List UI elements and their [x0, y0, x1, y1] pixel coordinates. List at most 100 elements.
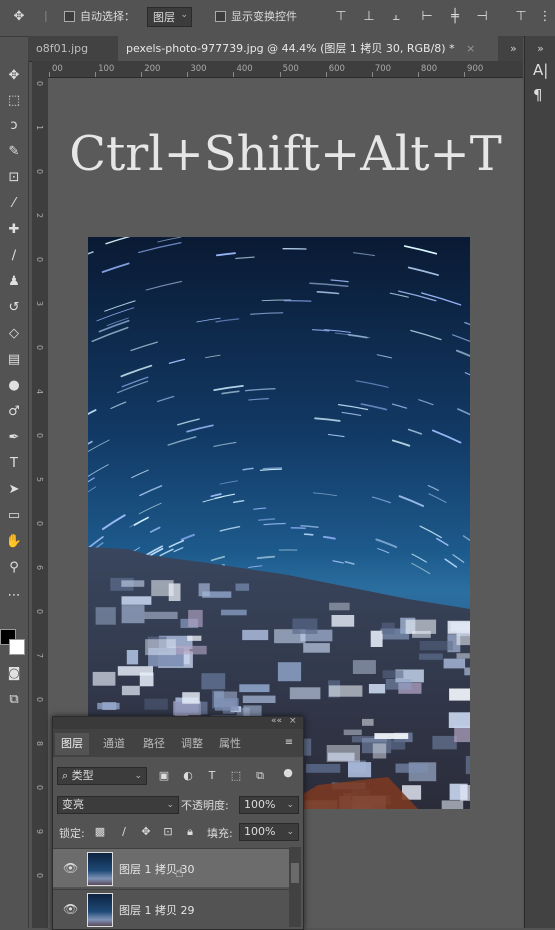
quick-mask-icon[interactable]: ◙ — [3, 663, 25, 685]
opacity-value: 100% — [244, 798, 276, 811]
align-horizontal-center-icon[interactable]: ╪ — [448, 10, 462, 24]
opacity-input[interactable]: 100% ⌄ — [239, 796, 299, 814]
panel-header[interactable]: «« × — [53, 716, 303, 729]
smart-object-filter-icon[interactable]: ⧉ — [253, 769, 267, 783]
lasso-tool-icon[interactable]: ↄ — [3, 115, 25, 137]
lock-position-icon[interactable]: ✥ — [139, 825, 153, 838]
ruler-tick — [417, 72, 419, 77]
healing-brush-tool-icon[interactable]: ✚ — [3, 219, 25, 241]
distribute-icon[interactable]: ⊤ — [514, 10, 528, 24]
ruler-tick-label: 5 — [35, 477, 44, 483]
ruler-tick-label: 7 — [35, 653, 44, 659]
align-vertical-center-icon[interactable]: ⊥ — [362, 10, 376, 24]
scrollbar-thumb[interactable] — [291, 863, 299, 883]
blend-mode-dropdown[interactable]: 变亮 ⌄ — [57, 796, 179, 814]
more-tools-icon[interactable]: ⋯ — [3, 585, 25, 607]
ruler-tick-label: 2 — [35, 213, 44, 219]
layer-row[interactable]: 👁︎ 图层 1 拷贝 29 — [53, 889, 289, 928]
tab-label: pexels-photo-977739.jpg @ 44.4% (图层 1 拷贝… — [126, 42, 455, 55]
collapse-panels-icon[interactable]: » — [525, 36, 555, 61]
close-icon[interactable]: × — [289, 716, 297, 726]
horizontal-ruler[interactable]: 00 100 200 300 400 500 600 700 800 900 — [48, 61, 523, 78]
tab-label: o8f01.jpg — [36, 42, 89, 55]
fill-input[interactable]: 100% ⌄ — [239, 823, 299, 841]
ruler-tick — [233, 72, 235, 77]
eye-icon[interactable]: 👁︎ — [63, 902, 78, 916]
auto-select-checkbox[interactable] — [64, 10, 75, 22]
background-color-swatch[interactable] — [9, 639, 25, 655]
history-brush-tool-icon[interactable]: ↺ — [3, 297, 25, 319]
lock-image-pixels-icon[interactable]: ∕ — [117, 825, 131, 838]
layers-panel: «« × 图层 通道 路径 调整 属性 ≡ ⌕ 类型 ⌄ ▣ ◐ T ⬚ ⧉ ●… — [52, 716, 304, 930]
eraser-tool-icon[interactable]: ◇ — [3, 323, 25, 345]
auto-select-target-value: 图层 — [153, 11, 175, 24]
dodge-tool-icon[interactable]: ♂ — [3, 401, 25, 423]
panel-menu-icon[interactable]: ≡ — [282, 737, 296, 748]
ruler-tick-label: 400 — [236, 64, 253, 74]
ruler-tick-label: 0 — [35, 345, 44, 351]
filter-toggle-icon[interactable]: ● — [281, 766, 295, 779]
auto-select-target-dropdown[interactable]: 图层 ⌄ — [147, 7, 192, 27]
close-icon[interactable]: × — [466, 42, 475, 55]
lock-transparent-pixels-icon[interactable]: ▩ — [93, 825, 107, 838]
ruler-tick-label: 500 — [282, 64, 299, 74]
move-tool-icon[interactable]: ✥ — [3, 65, 25, 87]
ruler-tick-label: 700 — [374, 64, 392, 74]
align-right-icon[interactable]: ⊣ — [475, 10, 489, 24]
lock-all-icon[interactable]: 🔒︎ — [183, 825, 197, 839]
character-panel-icon[interactable]: A| — [533, 61, 548, 79]
adjustment-layer-filter-icon[interactable]: ◐ — [181, 769, 195, 782]
pixel-layer-filter-icon[interactable]: ▣ — [157, 769, 171, 782]
pen-tool-icon[interactable]: ✒ — [3, 427, 25, 449]
distribute-center-icon[interactable]: ⋮ — [538, 10, 552, 24]
auto-select-checkbox-group[interactable]: 自动选择： — [64, 8, 135, 24]
chevron-down-icon: ⌄ — [134, 771, 142, 781]
lock-artboard-icon[interactable]: ⊡ — [161, 825, 175, 838]
brush-tool-icon[interactable]: ∕ — [3, 245, 25, 267]
zoom-tool-icon[interactable]: ⚲ — [3, 557, 25, 579]
path-selection-tool-icon[interactable]: ➤ — [3, 479, 25, 501]
chevron-down-icon: ⌄ — [286, 800, 294, 810]
tab-pexels-photo[interactable]: pexels-photo-977739.jpg @ 44.4% (图层 1 拷贝… — [118, 36, 498, 61]
align-bottom-icon[interactable]: ⫠ — [389, 10, 403, 24]
marquee-tool-icon[interactable]: ⬚ — [3, 90, 25, 112]
vertical-ruler[interactable]: 0 1 0 2 0 3 0 4 0 5 0 6 0 7 0 8 0 9 0 — [32, 77, 49, 928]
tab-channels[interactable]: 通道 — [97, 733, 131, 755]
clone-stamp-tool-icon[interactable]: ♟ — [3, 271, 25, 293]
ruler-tick-label: 3 — [35, 301, 44, 307]
tab-layers[interactable]: 图层 — [55, 733, 89, 755]
type-tool-icon[interactable]: T — [3, 453, 25, 475]
tab-paths[interactable]: 路径 — [137, 733, 171, 755]
type-layer-filter-icon[interactable]: T — [205, 769, 219, 782]
lock-label: 锁定: — [59, 827, 85, 840]
eyedropper-tool-icon[interactable]: ⁄ — [3, 193, 25, 215]
collapse-icon[interactable]: «« — [271, 716, 282, 726]
layer-row[interactable]: 👁︎ 图层 1 拷贝 30 ☝ — [53, 848, 289, 887]
hand-tool-icon[interactable]: ✋ — [3, 531, 25, 553]
layer-filter-kind-dropdown[interactable]: ⌕ 类型 ⌄ — [57, 767, 147, 785]
quick-selection-tool-icon[interactable]: ✎ — [3, 141, 25, 163]
ruler-tick-label: 0 — [35, 873, 44, 879]
layers-scrollbar[interactable] — [289, 847, 301, 927]
align-left-icon[interactable]: ⊢ — [420, 10, 434, 24]
screen-mode-icon[interactable]: ⧉ — [3, 689, 25, 711]
move-tool-preset-icon[interactable]: ✥ — [12, 10, 26, 24]
rectangle-tool-icon[interactable]: ▭ — [3, 505, 25, 527]
ruler-tick — [95, 72, 97, 77]
tab-o8f01[interactable]: o8f01.jpg — [28, 36, 126, 61]
tab-adjustments[interactable]: 调整 — [175, 733, 209, 755]
separator: | — [44, 9, 48, 22]
paragraph-panel-icon[interactable]: ¶ — [533, 86, 543, 104]
show-transform-checkbox[interactable] — [215, 10, 226, 22]
shape-layer-filter-icon[interactable]: ⬚ — [229, 769, 243, 782]
align-top-icon[interactable]: ⊤ — [334, 10, 348, 24]
tools-panel: ✥ ⬚ ↄ ✎ ⊡ ⁄ ✚ ∕ ♟ ↺ ◇ ▤ ● ♂ ✒ T ➤ ▭ ✋ ⚲ … — [0, 61, 29, 928]
ruler-tick — [325, 72, 327, 77]
eye-icon[interactable]: 👁︎ — [63, 861, 78, 875]
show-transform-checkbox-group[interactable]: 显示变换控件 — [215, 8, 297, 24]
blur-tool-icon[interactable]: ● — [3, 375, 25, 397]
crop-tool-icon[interactable]: ⊡ — [3, 167, 25, 189]
ruler-tick — [279, 72, 281, 77]
tab-properties[interactable]: 属性 — [213, 733, 247, 755]
gradient-tool-icon[interactable]: ▤ — [3, 349, 25, 371]
